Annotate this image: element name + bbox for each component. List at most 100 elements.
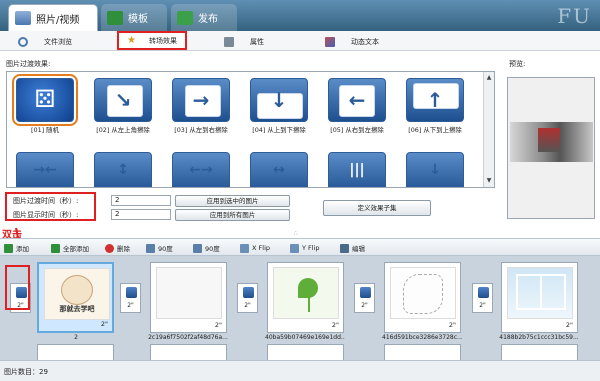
sketch-thumbnail xyxy=(390,267,456,319)
rotate-left-icon xyxy=(146,243,155,253)
timeline-frame[interactable]: 2" xyxy=(384,262,461,333)
rotate-left-label: 90度 xyxy=(158,245,173,253)
effect-caption: [04] 从上到下擦除 xyxy=(252,126,306,134)
rotate-right-icon xyxy=(193,243,202,253)
transition-dice-icon xyxy=(360,287,371,298)
photo-icon xyxy=(15,11,31,25)
split-vertical-icon: ↕ xyxy=(94,152,152,187)
split-in-icon: →← xyxy=(16,152,74,187)
preview-pane xyxy=(507,77,595,219)
timeline-frame[interactable]: 2" xyxy=(267,262,344,333)
effect-item[interactable]: → [03] 从左到右擦除 xyxy=(169,78,233,134)
timeline-frame[interactable]: 2" xyxy=(501,262,578,333)
tab-dynamic-text-label: 动态文本 xyxy=(351,37,379,46)
publish-icon xyxy=(177,10,193,25)
frame-name: 4188b2b75c1ccc31bc59... xyxy=(499,334,579,341)
effects-scrollbar[interactable]: ▲ ▼ xyxy=(483,72,494,187)
y-flip-button[interactable]: Y Flip xyxy=(290,242,320,254)
transition-dice-icon xyxy=(478,287,489,298)
frame-duration: 2" xyxy=(214,321,222,329)
effect-item[interactable]: ←→ xyxy=(169,152,233,187)
rotate-right-button[interactable]: 90度 xyxy=(193,242,220,254)
scroll-down-icon[interactable]: ▼ xyxy=(485,177,493,185)
transition-duration: 2" xyxy=(127,302,134,309)
effect-item[interactable]: →← xyxy=(13,152,77,187)
edit-button[interactable]: 编辑 xyxy=(340,242,365,254)
effect-item[interactable]: ← [05] 从右到左擦除 xyxy=(325,78,389,134)
transition-duration: 2" xyxy=(244,302,251,309)
x-flip-button[interactable]: X Flip xyxy=(240,242,270,254)
frame-duration: 2" xyxy=(565,321,573,329)
frame-name: 416d591bce3286e3728c... xyxy=(382,334,462,341)
effect-item[interactable]: ↘ [02] 从左上角擦除 xyxy=(91,78,155,134)
tab-template-label: 模板 xyxy=(128,14,148,25)
effect-item[interactable]: ↓ [04] 从上到下擦除 xyxy=(247,78,311,134)
wipe-up-icon: ↑ xyxy=(406,78,464,122)
tab-transition-effects[interactable]: ★ 转场效果 xyxy=(117,31,187,50)
display-time-label: 图片显示时间（秒）: xyxy=(13,211,79,219)
x-flip-label: X Flip xyxy=(252,244,270,252)
timeline-frame[interactable]: 2" xyxy=(150,262,227,333)
effect-caption: [01] 随机 xyxy=(31,126,59,134)
tab-file-browse[interactable]: 文件浏览 xyxy=(18,34,72,49)
timeline-frame[interactable]: 那就去学吧 2" xyxy=(37,262,114,333)
transition-cell[interactable]: 2" xyxy=(354,283,375,313)
transition-cell[interactable]: 2" xyxy=(120,283,141,313)
tab-dynamic-text[interactable]: 动态文本 xyxy=(325,34,379,49)
template-icon xyxy=(107,10,123,25)
custom-subset-button[interactable]: 定义效果子集 xyxy=(323,200,431,216)
blinds-down-icon: ↓ xyxy=(406,152,464,187)
timeline-frame[interactable] xyxy=(501,344,578,360)
add-button[interactable]: 添加 xyxy=(4,242,29,254)
effects-grid: ⚄ [01] 随机 ↘ [02] 从左上角擦除 → [03] 从左到右擦除 ↓ … xyxy=(6,71,495,188)
splitter-grip[interactable]: ∴ xyxy=(294,230,298,237)
rotate-right-label: 90度 xyxy=(205,245,220,253)
scroll-up-icon[interactable]: ▲ xyxy=(485,74,493,82)
transition-cell[interactable]: 2" xyxy=(237,283,258,313)
effect-glyph: ↓ xyxy=(270,88,288,112)
text-brush-icon xyxy=(325,36,335,47)
frame-name: 2c19a6f7502f2af48d76a... xyxy=(148,334,228,341)
edit-icon xyxy=(340,243,349,253)
apply-selected-button[interactable]: 应用到选中的图片 xyxy=(175,195,290,207)
tab-template[interactable]: 模板 xyxy=(101,4,167,31)
effect-item[interactable]: ↕ xyxy=(91,152,155,187)
tab-properties[interactable]: 属性 xyxy=(224,34,264,49)
display-time-input[interactable]: 2 xyxy=(111,209,171,220)
flip-y-icon xyxy=(290,243,299,253)
effect-glyph: →← xyxy=(33,162,57,178)
transition-cell[interactable]: 2" xyxy=(472,283,493,313)
apply-all-button[interactable]: 应用到所有图片 xyxy=(175,209,290,221)
tab-publish[interactable]: 发布 xyxy=(171,4,237,31)
preview-label: 预览: xyxy=(509,60,526,68)
blank-thumbnail xyxy=(156,267,222,319)
add-all-button[interactable]: 全部添加 xyxy=(51,242,89,254)
timeline-frame[interactable] xyxy=(37,344,114,360)
tab-transition-effects-label: 转场效果 xyxy=(149,36,177,45)
effect-item[interactable]: ↓ xyxy=(403,152,467,187)
flip-x-icon xyxy=(240,243,249,253)
transition-duration: 2" xyxy=(361,302,368,309)
effect-item[interactable]: ↔ xyxy=(247,152,311,187)
effect-item[interactable]: ⚄ [01] 随机 xyxy=(12,74,78,134)
effect-caption: [05] 从右到左擦除 xyxy=(330,126,384,134)
cartoon-thumbnail: 那就去学吧 xyxy=(44,268,110,320)
tab-publish-label: 发布 xyxy=(198,14,218,25)
frame-duration: 2" xyxy=(100,320,108,328)
delete-button[interactable]: 删除 xyxy=(105,242,130,254)
wipe-down-icon: ↓ xyxy=(250,78,308,122)
timeline-frame[interactable] xyxy=(150,344,227,360)
timeline-toolbar: 添加 全部添加 删除 90度 90度 X Flip Y Flip 编辑 xyxy=(0,238,600,256)
search-icon xyxy=(18,36,28,47)
effect-item[interactable]: ||| xyxy=(325,152,389,187)
printer-icon xyxy=(224,36,234,47)
frame-name: 2 xyxy=(74,334,78,341)
timeline-frame[interactable] xyxy=(267,344,344,360)
timeline-frame[interactable] xyxy=(384,344,461,360)
transition-time-input[interactable]: 2 xyxy=(111,195,171,206)
frame-duration: 2" xyxy=(331,321,339,329)
rotate-left-button[interactable]: 90度 xyxy=(146,242,173,254)
transition-dice-icon xyxy=(126,287,137,298)
tab-photo-video[interactable]: 照片/视频 xyxy=(8,4,98,31)
effect-item[interactable]: ↑ [06] 从下到上擦除 xyxy=(403,78,467,134)
